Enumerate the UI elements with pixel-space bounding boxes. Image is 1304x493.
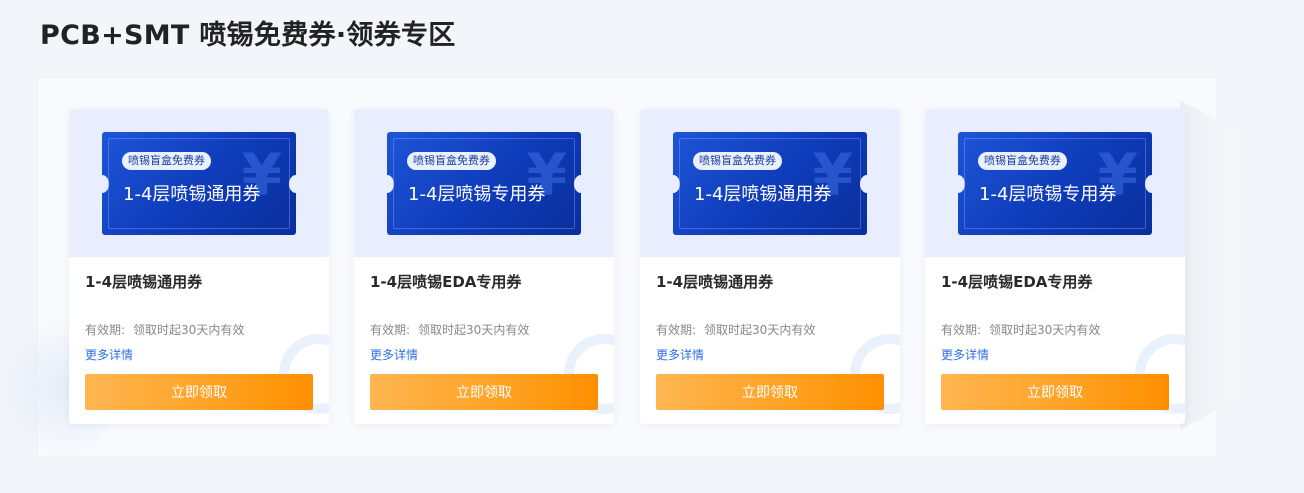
claim-button[interactable]: 立即领取 [85,374,313,410]
background-decoration-right [1180,100,1240,430]
validity-label: 有效期: [941,323,982,337]
validity-label: 有效期: [370,323,411,337]
validity-value: 领取时起30天内有效 [704,323,816,337]
coupon-tag: 喷锡盲盒免费券 [978,152,1067,170]
more-details-link[interactable]: 更多详情 [941,346,989,363]
coupon-ticket-image: ¥ 喷锡盲盒免费券 1-4层喷锡通用券 [673,132,867,235]
page-title: PCB+SMT 喷锡免费券·领券专区 [40,20,456,51]
coupon-validity: 有效期: 领取时起30天内有效 [370,321,529,338]
coupon-card: ¥ 喷锡盲盒免费券 1-4层喷锡专用券 1-4层喷锡EDA专用券 有效期: 领取时… [925,109,1185,424]
coupon-title: 1-4层喷锡EDA专用券 [370,273,522,291]
more-details-link[interactable]: 更多详情 [85,346,133,363]
coupon-validity: 有效期: 领取时起30天内有效 [656,321,815,338]
claim-button[interactable]: 立即领取 [370,374,598,410]
validity-value: 领取时起30天内有效 [418,323,530,337]
coupon-card-banner: ¥ 喷锡盲盒免费券 1-4层喷锡通用券 [69,109,329,257]
coupon-card: ¥ 喷锡盲盒免费券 1-4层喷锡通用券 1-4层喷锡通用券 有效期: 领取时起30… [640,109,900,424]
validity-value: 领取时起30天内有效 [989,323,1101,337]
coupon-ticket-image: ¥ 喷锡盲盒免费券 1-4层喷锡通用券 [102,132,296,235]
coupon-ticket-name: 1-4层喷锡通用券 [694,184,832,205]
claim-button[interactable]: 立即领取 [941,374,1169,410]
coupon-ticket-image: ¥ 喷锡盲盒免费券 1-4层喷锡专用券 [387,132,581,235]
validity-label: 有效期: [656,323,697,337]
coupon-card-banner: ¥ 喷锡盲盒免费券 1-4层喷锡专用券 [925,109,1185,257]
coupon-ticket-name: 1-4层喷锡通用券 [123,184,261,205]
coupon-title: 1-4层喷锡通用券 [656,273,774,291]
more-details-link[interactable]: 更多详情 [370,346,418,363]
coupon-ticket-name: 1-4层喷锡专用券 [408,184,546,205]
coupon-validity: 有效期: 领取时起30天内有效 [941,321,1100,338]
validity-label: 有效期: [85,323,126,337]
coupon-tag: 喷锡盲盒免费券 [407,152,496,170]
coupon-card-banner: ¥ 喷锡盲盒免费券 1-4层喷锡通用券 [640,109,900,257]
coupon-title: 1-4层喷锡EDA专用券 [941,273,1093,291]
coupon-tag: 喷锡盲盒免费券 [693,152,782,170]
coupon-card: ¥ 喷锡盲盒免费券 1-4层喷锡通用券 1-4层喷锡通用券 有效期: 领取时起30… [69,109,329,424]
validity-value: 领取时起30天内有效 [133,323,245,337]
claim-button[interactable]: 立即领取 [656,374,884,410]
more-details-link[interactable]: 更多详情 [656,346,704,363]
coupon-card: ¥ 喷锡盲盒免费券 1-4层喷锡专用券 1-4层喷锡EDA专用券 有效期: 领取时… [354,109,614,424]
coupon-ticket-image: ¥ 喷锡盲盒免费券 1-4层喷锡专用券 [958,132,1152,235]
coupon-ticket-name: 1-4层喷锡专用券 [979,184,1117,205]
coupon-title: 1-4层喷锡通用券 [85,273,203,291]
coupon-card-banner: ¥ 喷锡盲盒免费券 1-4层喷锡专用券 [354,109,614,257]
coupon-tag: 喷锡盲盒免费券 [122,152,211,170]
coupon-validity: 有效期: 领取时起30天内有效 [85,321,244,338]
